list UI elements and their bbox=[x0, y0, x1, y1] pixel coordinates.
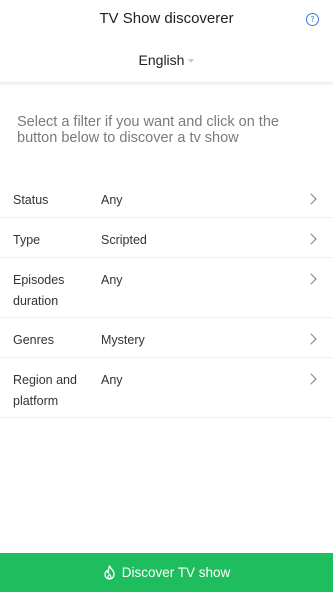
flame-icon bbox=[104, 565, 115, 580]
chevron-right-icon bbox=[305, 373, 317, 385]
filter-value: Any bbox=[101, 273, 123, 287]
app-header: TV Show discoverer ? bbox=[0, 0, 333, 38]
filter-row-genres[interactable]: Genres Mystery bbox=[0, 318, 333, 358]
page-title: TV Show discoverer bbox=[99, 10, 234, 27]
filter-value: Any bbox=[101, 373, 123, 387]
filter-row-region-platform[interactable]: Region and platform Any bbox=[0, 358, 333, 418]
discover-button-label: Discover TV show bbox=[121, 565, 231, 580]
filter-value: Scripted bbox=[101, 233, 147, 247]
caret-down-icon bbox=[188, 59, 195, 64]
filter-label: Genres bbox=[13, 333, 54, 347]
intro-text: Select a filter if you want and click on… bbox=[17, 114, 279, 146]
chevron-right-icon bbox=[305, 273, 317, 285]
language-select[interactable]: English bbox=[0, 52, 333, 68]
filter-row-status[interactable]: Status Any bbox=[0, 178, 333, 218]
filter-value: Any bbox=[101, 193, 123, 207]
chevron-right-icon bbox=[305, 193, 317, 205]
discover-button[interactable]: Discover TV show bbox=[0, 553, 333, 592]
language-bar: English bbox=[0, 38, 333, 83]
filter-label: Type bbox=[13, 233, 41, 247]
language-selected-value: English bbox=[138, 52, 185, 68]
filter-value: Mystery bbox=[101, 333, 145, 347]
help-icon[interactable]: ? bbox=[306, 13, 319, 26]
filter-label: Episodes duration bbox=[13, 273, 65, 308]
filter-label: Region and platform bbox=[13, 373, 77, 408]
chevron-right-icon bbox=[305, 333, 317, 345]
filter-row-episodes-duration[interactable]: Episodes duration Any bbox=[0, 258, 333, 318]
filter-list: Status Any Type Scripted Episodes durati… bbox=[0, 178, 333, 418]
filter-row-type[interactable]: Type Scripted bbox=[0, 218, 333, 258]
filter-label: Status bbox=[13, 193, 49, 207]
chevron-right-icon bbox=[305, 233, 317, 245]
